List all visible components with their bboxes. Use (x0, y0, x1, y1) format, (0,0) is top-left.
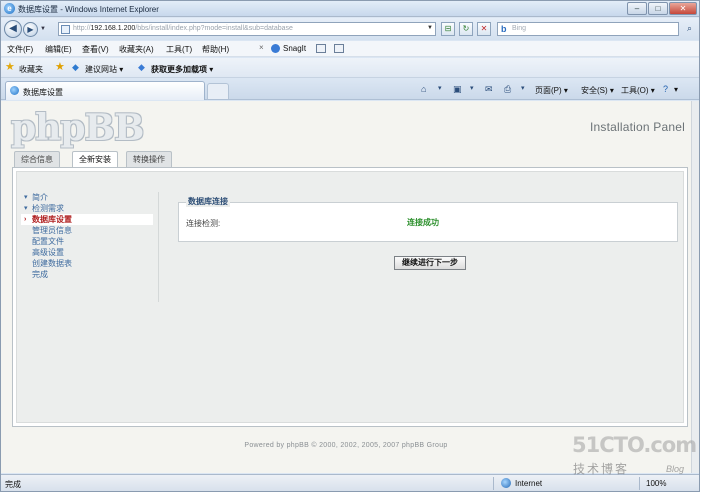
help-dropdown-icon[interactable]: ▾ (674, 85, 678, 94)
watermark-logo: 51CTO.com (572, 433, 697, 457)
menu-favorites[interactable]: 收藏夹(A) (119, 44, 154, 55)
snagit-icon (271, 44, 280, 53)
fieldset-legend: 数据库连接 (186, 196, 230, 207)
connection-test-label: 连接检测: (186, 219, 221, 228)
safety-menu[interactable]: 安全(S) ▾ (581, 85, 614, 96)
minimize-button[interactable]: – (627, 2, 647, 15)
tab-convert[interactable]: 转换操作 (126, 151, 172, 167)
menu-file[interactable]: 文件(F) (7, 44, 33, 55)
status-text: 完成 (5, 480, 21, 489)
print-icon[interactable]: ⎙ (504, 84, 511, 95)
menu-edit[interactable]: 编辑(E) (45, 44, 72, 55)
step-arrow-icon: ▾ (24, 194, 28, 201)
feeds-icon[interactable]: ▣ (453, 84, 462, 95)
page-viewport: phpBB Installation Panel 综合信息 全新安装 转换操作 … (1, 101, 699, 473)
menu-bar: 文件(F) 编辑(E) 查看(V) 收藏夹(A) 工具(T) 帮助(H) × S… (1, 41, 699, 57)
connection-status: 连接成功 (407, 218, 439, 227)
search-placeholder: Bing (512, 25, 527, 32)
watermark-blog-text: 技术博客 (573, 462, 630, 476)
browser-tab-bar: 数据库设置 ⌂ ▾ ▣ ▾ ✉ ⎙ ▾ 页面(P) ▾ 安全(S) ▾ 工具(O… (1, 79, 699, 100)
status-divider (639, 477, 640, 490)
tab-favicon (10, 86, 19, 95)
forward-arrow-icon: ▶ (27, 25, 34, 34)
snagit-close-icon[interactable]: × (259, 43, 264, 52)
search-icon[interactable]: ⌕ (687, 23, 692, 34)
bing-icon: b (501, 24, 507, 34)
forward-button[interactable]: ▶ (23, 22, 38, 37)
step-admin-details: 管理员信息 (32, 226, 72, 235)
stop-icon[interactable]: ✕ (477, 22, 491, 36)
address-dropdown-icon[interactable]: ▼ (427, 25, 433, 31)
status-divider (493, 477, 494, 490)
page-menu[interactable]: 页面(P) ▾ (535, 85, 568, 96)
feeds-dropdown-icon[interactable]: ▾ (470, 84, 474, 92)
favorites-bar: ★ 收藏夹 ★ ◆ 建议网站 ▾ ◆ 获取更多加载项 ▾ (1, 58, 699, 78)
maximize-button[interactable]: □ (648, 2, 668, 15)
step-arrow-icon: ▾ (24, 205, 28, 212)
get-addons-link[interactable]: 获取更多加载项 ▾ (151, 64, 213, 75)
next-step-button[interactable]: 继续进行下一步 (394, 256, 466, 270)
ie-icon: e (4, 3, 15, 14)
help-icon[interactable]: ? (663, 84, 668, 94)
tab-overview[interactable]: 综合信息 (14, 151, 60, 167)
tab-new-install[interactable]: 全新安装 (72, 151, 118, 168)
new-tab-button[interactable] (207, 83, 229, 99)
suggested-sites-link[interactable]: 建议网站 ▾ (85, 64, 123, 75)
step-introduction[interactable]: ▾ 简介 (21, 192, 156, 203)
capture-icon[interactable] (316, 44, 326, 53)
tools-menu[interactable]: 工具(O) ▾ (621, 85, 655, 96)
title-bar: e 数据库设置 - Windows Internet Explorer – □ … (1, 1, 699, 17)
menu-help[interactable]: 帮助(H) (202, 44, 229, 55)
snagit-button[interactable]: SnagIt (283, 44, 306, 53)
address-bar[interactable]: http://192.168.1.200/bbs/install/index.p… (58, 22, 436, 36)
menu-tools[interactable]: 工具(T) (166, 44, 192, 55)
step-advanced-settings: 高级设置 (32, 248, 64, 257)
capture-window-icon[interactable] (334, 44, 344, 53)
browser-window: e 数据库设置 - Windows Internet Explorer – □ … (0, 0, 700, 492)
security-zone[interactable]: Internet (515, 479, 542, 488)
vertical-scrollbar[interactable] (691, 101, 699, 473)
window-controls: – □ ✕ (626, 2, 697, 15)
address-url: http://192.168.1.200/bbs/install/index.p… (73, 25, 293, 32)
installation-panel-title: Installation Panel (590, 120, 685, 134)
refresh-icon[interactable]: ↻ (459, 22, 473, 36)
step-arrow-icon: › (24, 216, 27, 223)
compatibility-view-icon[interactable]: ⊟ (441, 22, 455, 36)
window-title: 数据库设置 - Windows Internet Explorer (18, 5, 159, 14)
favorites-button[interactable]: 收藏夹 (19, 64, 43, 75)
phpbb-logo[interactable]: phpBB (11, 107, 144, 149)
browser-tab[interactable]: 数据库设置 (5, 81, 205, 100)
install-panel: ▾ 简介 ▾ 检测需求 › 数据库设置 管理员信息 配置文件 高级设置 创建数据表 完… (12, 167, 688, 427)
close-button[interactable]: ✕ (669, 2, 697, 15)
home-dropdown-icon[interactable]: ▾ (438, 84, 442, 92)
back-arrow-icon: ◀ (9, 23, 17, 34)
navigation-bar: ◀ ▶ ▼ http://192.168.1.200/bbs/install/i… (1, 18, 699, 40)
history-dropdown-icon[interactable]: ▼ (40, 26, 46, 32)
addons-icon: ◆ (138, 62, 145, 72)
install-steps-nav: ▾ 简介 ▾ 检测需求 › 数据库设置 管理员信息 配置文件 高级设置 创建数据表 完… (21, 192, 156, 280)
page-icon (61, 25, 70, 34)
zoom-level[interactable]: 100% (646, 479, 666, 488)
menu-view[interactable]: 查看(V) (82, 44, 109, 55)
watermark-blog-label: Blog (666, 464, 685, 474)
suggested-sites-icon: ◆ (72, 62, 79, 72)
back-button[interactable]: ◀ (4, 20, 22, 38)
mail-icon[interactable]: ✉ (485, 84, 493, 95)
print-dropdown-icon[interactable]: ▾ (521, 84, 525, 92)
step-create-tables: 创建数据表 (32, 259, 72, 268)
database-connection-fieldset: 连接检测: 连接成功 (178, 202, 678, 242)
add-favorite-icon[interactable]: ★ (55, 61, 65, 73)
search-box[interactable]: b Bing ⌕ (497, 22, 692, 36)
step-final: 完成 (32, 270, 48, 279)
internet-zone-icon (501, 478, 511, 488)
home-icon[interactable]: ⌂ (421, 84, 426, 94)
install-panel-inner: ▾ 简介 ▾ 检测需求 › 数据库设置 管理员信息 配置文件 高级设置 创建数据表 完… (16, 171, 684, 423)
step-config-file: 配置文件 (32, 237, 64, 246)
sidebar-divider (158, 192, 159, 302)
step-database-settings[interactable]: › 数据库设置 (21, 214, 153, 225)
browser-tab-title: 数据库设置 (23, 88, 63, 97)
step-requirements[interactable]: ▾ 检测需求 (21, 203, 156, 214)
favorites-star-icon: ★ (5, 61, 15, 73)
